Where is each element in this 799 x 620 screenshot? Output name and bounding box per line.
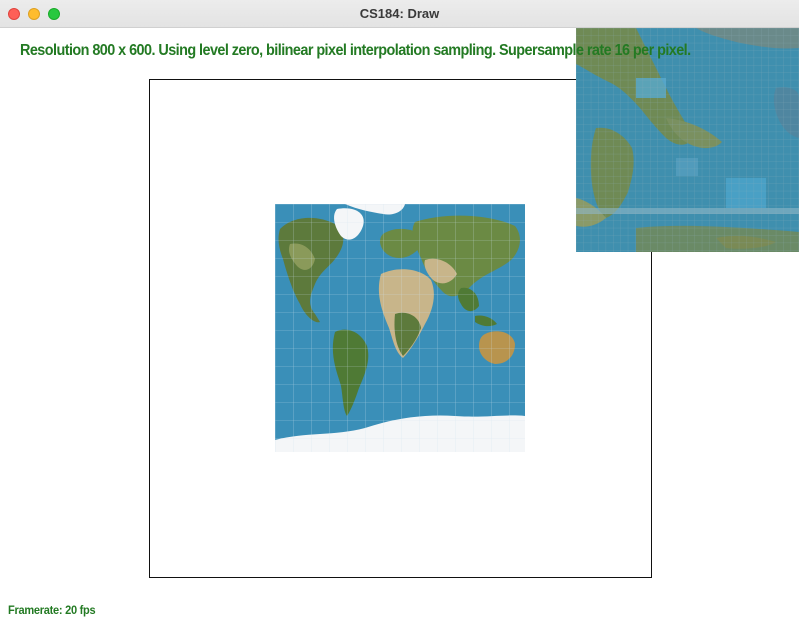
- status-info-text: Resolution 800 x 600. Using level zero, …: [20, 42, 691, 59]
- framerate-text: Framerate: 20 fps: [8, 603, 96, 617]
- window-title: CS184: Draw: [359, 6, 440, 21]
- app-window: CS184: Draw Resolution 800 x 600. Using …: [0, 0, 799, 620]
- title-bar[interactable]: CS184: Draw: [0, 0, 799, 28]
- world-map-texture[interactable]: [275, 204, 525, 452]
- pixel-zoom-image: [576, 28, 799, 252]
- pixel-zoom-inset: [576, 28, 799, 252]
- world-map-image: [275, 204, 525, 452]
